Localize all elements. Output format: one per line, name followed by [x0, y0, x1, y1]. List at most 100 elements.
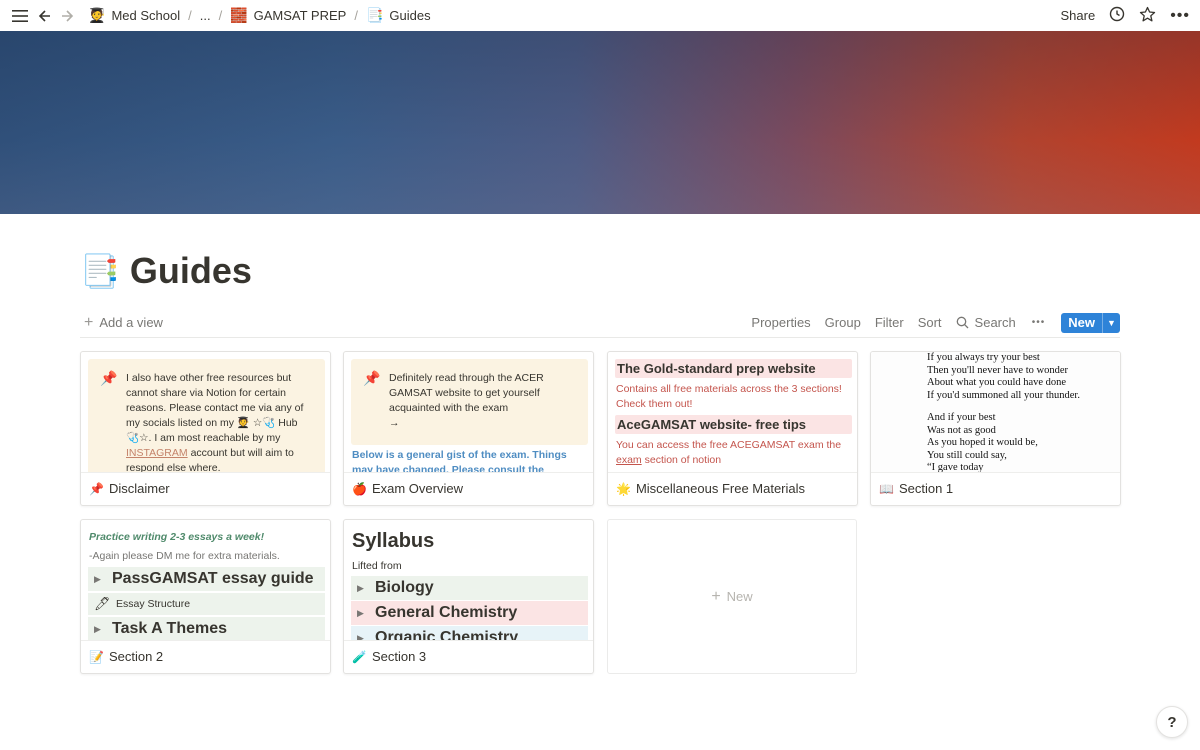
breadcrumb-med-school[interactable]: 🧑‍🎓 Med School — [88, 7, 180, 24]
poem-line: And if your best — [927, 412, 996, 423]
instagram-link: INSTAGRAM — [126, 447, 188, 459]
card-preview: Practice writing 2-3 essays a week! -Aga… — [81, 520, 330, 641]
toggle-label: Task A Themes — [112, 620, 228, 637]
poem-line: If you'd summoned all your thunder. — [927, 389, 1080, 401]
forward-arrow-icon[interactable] — [58, 6, 78, 26]
test-tube-icon: 🧪 — [352, 649, 367, 664]
gold-standard-heading: The Gold-standard prep website — [615, 359, 852, 378]
card-title: Miscellaneous Free Materials — [635, 481, 806, 496]
gallery-card-section-2[interactable]: Practice writing 2-3 essays a week! -Aga… — [80, 519, 331, 674]
card-title: Section 3 — [371, 649, 427, 664]
exam-link: exam — [616, 454, 642, 466]
arrow-icon: → — [389, 417, 400, 429]
pushpin-icon: 📌 — [363, 370, 381, 386]
properties-button[interactable]: Properties — [749, 313, 812, 332]
favorite-star-icon[interactable] — [1139, 6, 1156, 26]
toggle-triangle-icon: ▶ — [94, 623, 101, 634]
gallery-card-disclaimer[interactable]: 📌 I also have other free resources but c… — [80, 351, 331, 506]
view-controls: Properties Group Filter Sort Search ••• … — [749, 311, 1120, 334]
toggle-organic-chemistry: ▶ Organic Chemistry — [351, 626, 588, 640]
history-clock-icon[interactable] — [1109, 6, 1125, 25]
filter-button[interactable]: Filter — [873, 313, 906, 332]
help-button[interactable]: ? — [1156, 706, 1188, 738]
group-button[interactable]: Group — [823, 313, 863, 332]
new-label[interactable]: New — [1061, 313, 1102, 333]
page-title: 📑 Guides — [80, 250, 252, 292]
pen-icon: 🖊 — [94, 596, 111, 611]
memo-icon: 📝 — [89, 649, 104, 664]
breadcrumb-separator: / — [218, 8, 223, 23]
brick-icon: 🧱 — [230, 7, 248, 23]
new-page-button[interactable]: New ▼ — [1061, 312, 1120, 333]
poem-line: About what you could have done — [927, 377, 1067, 388]
sidebar-menu-icon[interactable] — [10, 6, 30, 26]
breadcrumb-label: Guides — [389, 8, 431, 23]
back-arrow-icon[interactable] — [34, 6, 54, 26]
card-footer: 📝 Section 2 — [81, 640, 330, 673]
card-preview: 📌 I also have other free resources but c… — [81, 352, 330, 473]
toggle-triangle-icon: ▶ — [357, 607, 364, 618]
toggle-biology: ▶ Biology — [351, 576, 588, 600]
document-icon[interactable]: 📑 — [80, 252, 120, 290]
card-footer: 🧪 Section 3 — [344, 640, 593, 673]
callout-text: I also have other free resources but can… — [126, 372, 304, 444]
practice-text: Practice writing 2-3 essays a week! — [89, 531, 265, 543]
glowing-star-icon: 🌟 — [616, 481, 631, 496]
toggle-triangle-icon: ▶ — [94, 573, 101, 584]
poem-image: If you always try your best Then you'll … — [927, 352, 1080, 472]
chevron-down-icon[interactable]: ▼ — [1102, 312, 1120, 333]
toggle-task-a-themes: ▶ Task A Themes — [88, 617, 325, 640]
card-preview: The Gold-standard prep website Contains … — [608, 352, 857, 473]
gallery-card-section-1[interactable]: If you always try your best Then you'll … — [870, 351, 1121, 506]
sort-button[interactable]: Sort — [916, 313, 944, 332]
breadcrumb-ellipsis[interactable]: ... — [200, 8, 211, 23]
acegamsat-text: You can access the free ACEGAMSAT exam t… — [616, 439, 842, 466]
share-button[interactable]: Share — [1060, 8, 1095, 23]
poem-line: If you always try your best — [927, 352, 1040, 363]
gallery-card-section-3[interactable]: Syllabus Lifted from ▶ Biology ▶ General… — [343, 519, 594, 674]
poem-line: Was not as good — [927, 424, 996, 436]
document-icon: 📑 — [365, 7, 384, 23]
breadcrumb-label: Med School — [111, 8, 181, 23]
breadcrumb-gamsat-prep[interactable]: 🧱 GAMSAT PREP — [230, 7, 346, 24]
breadcrumb-separator: / — [354, 8, 358, 23]
syllabus-heading: Syllabus — [352, 530, 435, 552]
toggle-passgamsat-guide: ▶ PassGAMSAT essay guide — [88, 567, 325, 591]
dm-note: -Again please DM me for extra materials. — [89, 550, 280, 562]
plus-icon: + — [711, 587, 721, 605]
card-footer: 🌟 Miscellaneous Free Materials — [608, 472, 857, 505]
toggle-general-chemistry: ▶ General Chemistry — [351, 601, 588, 625]
pushpin-icon: 📌 — [89, 481, 104, 496]
callout-block: 📌 Definitely read through the ACER GAMSA… — [351, 359, 588, 445]
search-label: Search — [974, 315, 1016, 330]
top-bar: 🧑‍🎓 Med School / ... / 🧱 GAMSAT PREP / 📑… — [0, 0, 1200, 31]
new-card-label: New — [726, 589, 753, 604]
card-title: Exam Overview — [371, 481, 463, 496]
gallery-card-exam-overview[interactable]: 📌 Definitely read through the ACER GAMSA… — [343, 351, 594, 506]
card-preview: 📌 Definitely read through the ACER GAMSA… — [344, 352, 593, 473]
callout-text: Definitely read through the ACER GAMSAT … — [389, 372, 544, 414]
gallery-card-misc-free-materials[interactable]: The Gold-standard prep website Contains … — [607, 351, 858, 506]
link-label: Essay Structure — [116, 598, 191, 610]
search-button[interactable]: Search — [954, 311, 1020, 334]
plus-icon: + — [84, 313, 94, 331]
acegamsat-heading: AceGAMSAT website- free tips — [615, 415, 852, 434]
poem-line: As you hoped it would be, — [927, 437, 1038, 448]
view-more-icon[interactable]: ••• — [1030, 315, 1048, 330]
open-book-icon: 📖 — [879, 481, 894, 496]
add-view-label: Add a view — [99, 315, 163, 330]
more-options-icon[interactable]: ••• — [1170, 7, 1190, 25]
card-preview: If you always try your best Then you'll … — [871, 352, 1120, 473]
database-view-bar: + Add a view Properties Group Filter Sor… — [80, 308, 1120, 338]
poem-line: Then you'll never have to wonder — [927, 364, 1068, 376]
student-icon: 🧑‍🎓 — [88, 7, 106, 23]
overview-note: Below is a general gist of the exam. Thi… — [352, 449, 567, 473]
pushpin-icon: 📌 — [100, 370, 118, 386]
card-footer: 📌 Disclaimer — [81, 472, 330, 505]
toggle-triangle-icon: ▶ — [357, 582, 364, 593]
breadcrumb-guides[interactable]: 📑 Guides — [366, 7, 431, 24]
new-card-button[interactable]: + New — [607, 519, 857, 674]
add-view-button[interactable]: + Add a view — [84, 314, 163, 332]
callout-block: 📌 I also have other free resources but c… — [88, 359, 325, 472]
page-title-text[interactable]: Guides — [130, 250, 252, 292]
